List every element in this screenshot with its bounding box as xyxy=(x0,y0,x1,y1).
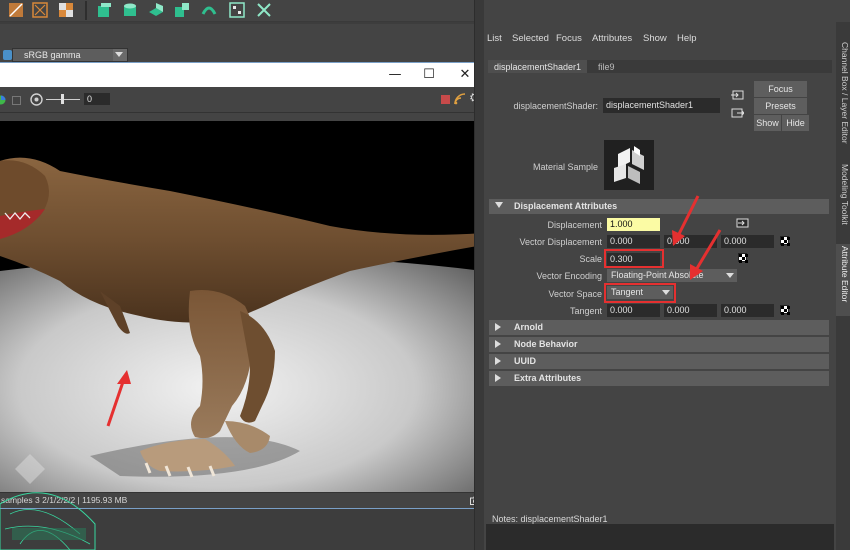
exposure-slider-handle[interactable] xyxy=(61,94,64,104)
section-displacement-attributes[interactable]: Displacement Attributes xyxy=(489,199,829,214)
viewport-border-strip xyxy=(474,0,484,550)
material-sample-label: Material Sample xyxy=(532,162,598,172)
material-sample-swatch xyxy=(604,140,654,190)
expand-right-icon xyxy=(495,357,501,365)
expand-right-icon xyxy=(495,323,501,331)
window-titlebar: — ☐ ✕ xyxy=(0,63,483,87)
uv-editor-icon[interactable] xyxy=(229,2,245,18)
displacement-label: Displacement xyxy=(547,220,602,230)
checker-map-icon[interactable] xyxy=(738,253,747,262)
section-arnold[interactable]: Arnold xyxy=(489,320,829,335)
color-space-label: sRGB gamma xyxy=(24,50,81,60)
notes-textarea[interactable] xyxy=(486,524,834,550)
dinosaur-render xyxy=(0,121,483,496)
polygon-split-icon[interactable] xyxy=(174,2,190,18)
toolbar-separator xyxy=(85,1,87,20)
minimize-icon[interactable]: — xyxy=(387,67,403,83)
red-arrow-annotation xyxy=(106,370,131,427)
menu-help[interactable]: Help xyxy=(677,33,697,44)
checker-map-icon[interactable] xyxy=(780,236,789,245)
hide-button[interactable]: Hide xyxy=(782,115,809,131)
color-management-icon xyxy=(3,50,12,60)
input-connection-icon[interactable] xyxy=(731,90,744,100)
tab-channel-box-layer-editor[interactable]: Channel Box / Layer Editor xyxy=(836,40,850,168)
maximize-icon[interactable]: ☐ xyxy=(421,67,437,83)
viewport-wireframe xyxy=(0,454,96,550)
polygon-plane-icon[interactable] xyxy=(148,2,164,18)
section-extra-attributes[interactable]: Extra Attributes xyxy=(489,371,829,386)
notes-bar: Notes: displacementShader1 xyxy=(484,512,836,524)
color-management-select[interactable]: sRGB gamma xyxy=(3,48,128,62)
map-button-icon[interactable] xyxy=(736,218,749,228)
stop-render-icon[interactable] xyxy=(441,95,450,104)
polygon-cylinder-icon[interactable] xyxy=(122,2,138,18)
top-toolbar xyxy=(0,0,474,22)
node-name-input[interactable]: displacementShader1 xyxy=(603,98,720,113)
attribute-editor-menubar: List Selected Focus Attributes Show Help xyxy=(484,30,836,48)
scale-label: Scale xyxy=(579,254,602,264)
menu-list[interactable]: List xyxy=(487,33,502,44)
alpha-channel-icon[interactable] xyxy=(12,96,21,105)
vector-displacement-z[interactable]: 0.000 xyxy=(721,235,774,248)
displacement-input[interactable]: 1.000 xyxy=(607,218,660,231)
node-type-label: displacementShader: xyxy=(513,101,598,111)
red-arrow-annotation xyxy=(690,229,722,280)
show-button[interactable]: Show xyxy=(754,115,781,131)
output-connection-icon[interactable] xyxy=(731,108,744,118)
presets-button[interactable]: Presets xyxy=(754,98,807,114)
tab-file9[interactable]: file9 xyxy=(592,60,621,73)
chevron-down-icon xyxy=(115,52,123,57)
ipr-refresh-icon[interactable] xyxy=(454,93,466,105)
polygon-cube-icon[interactable] xyxy=(96,2,112,18)
focus-button[interactable]: Focus xyxy=(754,81,807,97)
menu-selected[interactable]: Selected xyxy=(512,33,549,44)
tangent-x[interactable]: 0.000 xyxy=(607,304,660,317)
vector-space-label: Vector Space xyxy=(548,289,602,299)
section-uuid[interactable]: UUID xyxy=(489,354,829,369)
tab-modeling-toolkit[interactable]: Modeling Toolkit xyxy=(836,162,850,237)
expand-down-icon xyxy=(495,202,503,208)
side-tab-strip: Channel Box / Layer Editor Modeling Tool… xyxy=(836,22,850,550)
render-region-icon[interactable] xyxy=(8,2,24,18)
menu-show[interactable]: Show xyxy=(643,33,667,44)
expand-right-icon xyxy=(495,374,501,382)
highlight-box-scale xyxy=(604,249,664,268)
section-node-behavior[interactable]: Node Behavior xyxy=(489,337,829,352)
tangent-z[interactable]: 0.000 xyxy=(721,304,774,317)
exposure-input[interactable]: 0 xyxy=(84,93,110,105)
checker-tile-icon[interactable] xyxy=(58,2,74,18)
vector-displacement-x[interactable]: 0.000 xyxy=(607,235,660,248)
vector-displacement-label: Vector Displacement xyxy=(519,237,602,247)
menu-focus[interactable]: Focus xyxy=(556,33,582,44)
checker-map-icon[interactable] xyxy=(780,305,789,314)
tangent-y[interactable]: 0.000 xyxy=(664,304,717,317)
tab-attribute-editor[interactable]: Attribute Editor xyxy=(836,244,850,316)
render-image xyxy=(0,121,483,496)
menu-attributes[interactable]: Attributes xyxy=(592,33,632,44)
node-tabs: displacementShader1 file9 xyxy=(488,60,832,73)
chevron-down-icon xyxy=(726,273,734,278)
close-icon[interactable]: ✕ xyxy=(457,67,473,83)
color-channel-icon[interactable] xyxy=(0,95,6,105)
tab-displacement-shader[interactable]: displacementShader1 xyxy=(488,60,588,73)
tangent-label: Tangent xyxy=(569,306,602,316)
notes-label: Notes: displacementShader1 xyxy=(492,514,608,524)
render-view-toolbar: 0 ⚙ xyxy=(0,87,483,113)
expand-right-icon xyxy=(495,340,501,348)
snapshot-icon[interactable] xyxy=(32,2,48,18)
joint-tool-icon[interactable] xyxy=(256,2,272,18)
vector-encoding-label: Vector Encoding xyxy=(536,271,602,281)
bridge-icon[interactable] xyxy=(201,2,217,18)
highlight-box-vector-space xyxy=(604,283,676,303)
arnold-render-view-window: — ☐ ✕ 0 ⚙ xyxy=(0,62,484,509)
exposure-icon[interactable] xyxy=(30,93,43,106)
